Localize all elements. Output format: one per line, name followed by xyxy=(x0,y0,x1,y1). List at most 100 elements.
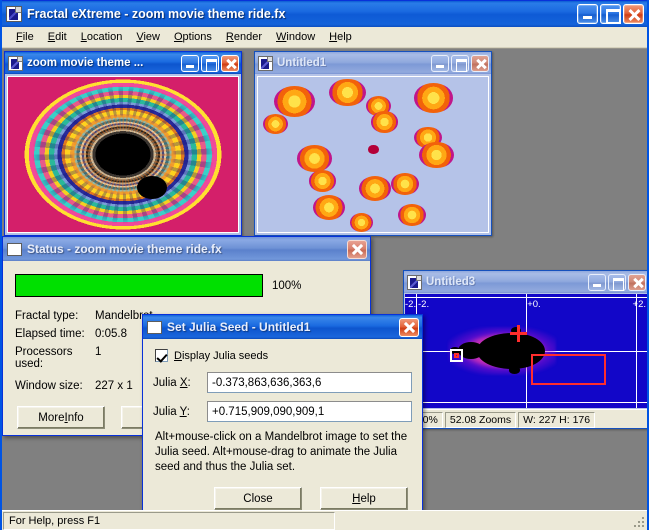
grid-label-y-neg2: -2. xyxy=(405,299,417,310)
fractal-canvas-untitled1[interactable] xyxy=(257,76,489,233)
status-label-window-size: Window size: xyxy=(15,380,83,392)
status-value-elapsed-time: 0:05.8 xyxy=(95,328,127,340)
julia-satellite xyxy=(313,194,346,220)
child-close-button-3[interactable] xyxy=(628,273,646,291)
zoom-marker-inner xyxy=(453,353,459,359)
julia-dialog-icon xyxy=(147,320,162,334)
mdi-client-area: zoom movie theme ... Untitled1 Untitled3… xyxy=(2,48,647,510)
child-minimize-button-3[interactable] xyxy=(588,273,606,291)
mandelbrot-nub xyxy=(508,366,521,374)
grid-label-x-pos2: +2. xyxy=(632,299,646,310)
main-titlebar[interactable]: Fractal eXtreme - zoom movie theme ride.… xyxy=(2,0,647,27)
close-icon xyxy=(624,5,643,23)
maximize-icon xyxy=(452,56,468,72)
julia-core xyxy=(368,145,379,154)
child-window-zoom-movie[interactable]: zoom movie theme ... xyxy=(4,51,242,236)
menu-file[interactable]: File xyxy=(9,29,41,45)
menu-location[interactable]: Location xyxy=(74,29,130,45)
display-julia-seeds-row[interactable]: Display Julia seeds xyxy=(155,349,412,362)
status-dialog-close-button[interactable] xyxy=(347,239,367,259)
julia-close-button[interactable]: Close xyxy=(214,487,302,510)
child-maximize-button-1[interactable] xyxy=(201,54,219,72)
julia-satellite xyxy=(350,213,373,232)
julia-satellite xyxy=(370,111,399,133)
child-maximize-button-2[interactable] xyxy=(451,54,469,72)
julia-satellite xyxy=(274,86,316,118)
minimize-icon xyxy=(182,56,198,71)
fractal-canvas-zoom-movie[interactable] xyxy=(7,76,239,233)
julia-satellite xyxy=(419,142,454,169)
fractal-document-icon xyxy=(8,55,23,71)
set-julia-seed-dialog[interactable]: Set Julia Seed - Untitled1 Display Julia… xyxy=(142,314,423,510)
julia-satellite xyxy=(262,114,288,135)
julia-y-input[interactable]: +0.715,909,090,909,1 xyxy=(207,401,412,422)
status-dialog-titlebar[interactable]: Status - zoom movie theme ride.fx xyxy=(3,237,370,261)
grid-label-x-zero: +0. xyxy=(527,299,541,310)
menu-options[interactable]: Options xyxy=(167,29,219,45)
menu-view[interactable]: View xyxy=(129,29,167,45)
julia-satellite xyxy=(398,204,426,226)
minimize-icon xyxy=(432,56,448,71)
zoom-marker-small[interactable] xyxy=(449,349,463,363)
navigator-size: W: 227 H: 176 xyxy=(518,411,596,428)
menu-edit[interactable]: Edit xyxy=(41,29,74,45)
julia-satellite xyxy=(414,83,454,113)
child-minimize-button-1[interactable] xyxy=(181,54,199,72)
child-title-untitled1: Untitled1 xyxy=(277,57,327,69)
julia-dialog-title: Set Julia Seed - Untitled1 xyxy=(167,320,311,334)
child-minimize-button-2[interactable] xyxy=(431,54,449,72)
julia-satellite xyxy=(308,170,337,192)
fractal-image-mandala xyxy=(8,77,238,232)
fractal-image-julia xyxy=(258,77,488,232)
app-statusbar: For Help, press F1 xyxy=(2,510,647,530)
julia-dialog-titlebar[interactable]: Set Julia Seed - Untitled1 xyxy=(143,315,422,339)
julia-help-button[interactable]: Help xyxy=(320,487,408,510)
display-julia-seeds-checkbox[interactable] xyxy=(155,349,168,362)
navigator-canvas[interactable]: -2. +0. +2. -2. +0. xyxy=(405,294,647,408)
julia-x-label: Julia X: xyxy=(153,376,191,389)
main-window: Fractal eXtreme - zoom movie theme ride.… xyxy=(0,0,649,530)
menu-window[interactable]: Window xyxy=(269,29,322,45)
julia-dialog-close-button[interactable] xyxy=(399,317,419,337)
resize-grip[interactable] xyxy=(631,514,645,528)
child-window-buttons-2 xyxy=(431,54,489,72)
julia-seed-crosshair[interactable] xyxy=(510,324,528,342)
display-julia-seeds-label: Display Julia seeds xyxy=(174,349,269,362)
zoom-selection-box[interactable] xyxy=(530,354,606,386)
close-icon xyxy=(222,56,238,71)
grid-label-x-neg2: -2. xyxy=(418,299,430,310)
child-window-untitled1[interactable]: Untitled1 xyxy=(254,51,492,236)
grid-line-vertical xyxy=(636,294,637,408)
julia-dialog-help-text: Alt+mouse-click on a Mandelbrot image to… xyxy=(155,431,408,473)
maximize-icon xyxy=(609,275,625,291)
menu-help[interactable]: Help xyxy=(322,29,359,45)
child-close-button-1[interactable] xyxy=(221,54,239,72)
child-close-button-2[interactable] xyxy=(471,54,489,72)
child-body-zoom-movie xyxy=(5,74,241,235)
child-title-zoom-movie: zoom movie theme ... xyxy=(27,57,144,69)
child-titlebar-zoom-movie[interactable]: zoom movie theme ... xyxy=(5,52,241,74)
window-buttons xyxy=(577,4,644,24)
child-body-untitled3: -2. +0. +2. -2. +0. xyxy=(404,293,647,409)
more-info-button[interactable]: More Info xyxy=(17,406,105,429)
close-button[interactable] xyxy=(623,4,644,24)
child-titlebar-untitled3[interactable]: Untitled3 xyxy=(404,271,647,293)
status-label-elapsed-time: Elapsed time: xyxy=(15,328,85,340)
maximize-icon xyxy=(601,5,621,24)
julia-dialog-body: Display Julia seeds Julia X: -0.373,863,… xyxy=(143,339,422,510)
julia-x-input[interactable]: -0.373,863,636,363,6 xyxy=(207,372,412,393)
mandelbrot-navigator[interactable]: -2. +0. +2. -2. +0. xyxy=(405,294,647,408)
child-window-buttons-3 xyxy=(588,273,646,291)
minimize-button[interactable] xyxy=(577,4,598,24)
child-maximize-button-3[interactable] xyxy=(608,273,626,291)
navigator-statusbar: 100% 52.08 Zooms W: 227 H: 176 xyxy=(404,409,647,428)
fractal-document-icon xyxy=(407,274,422,290)
menu-render[interactable]: Render xyxy=(219,29,269,45)
maximize-button[interactable] xyxy=(600,4,621,24)
julia-dialog-buttons: Close Help xyxy=(153,487,412,510)
navigator-zooms: 52.08 Zooms xyxy=(444,411,517,428)
child-title-untitled3: Untitled3 xyxy=(426,276,476,288)
child-titlebar-untitled1[interactable]: Untitled1 xyxy=(255,52,491,74)
child-window-untitled3[interactable]: Untitled3 -2. +0. +2. -2. 100% 52.08 Zoo… xyxy=(403,270,647,429)
minimize-icon xyxy=(578,5,597,23)
